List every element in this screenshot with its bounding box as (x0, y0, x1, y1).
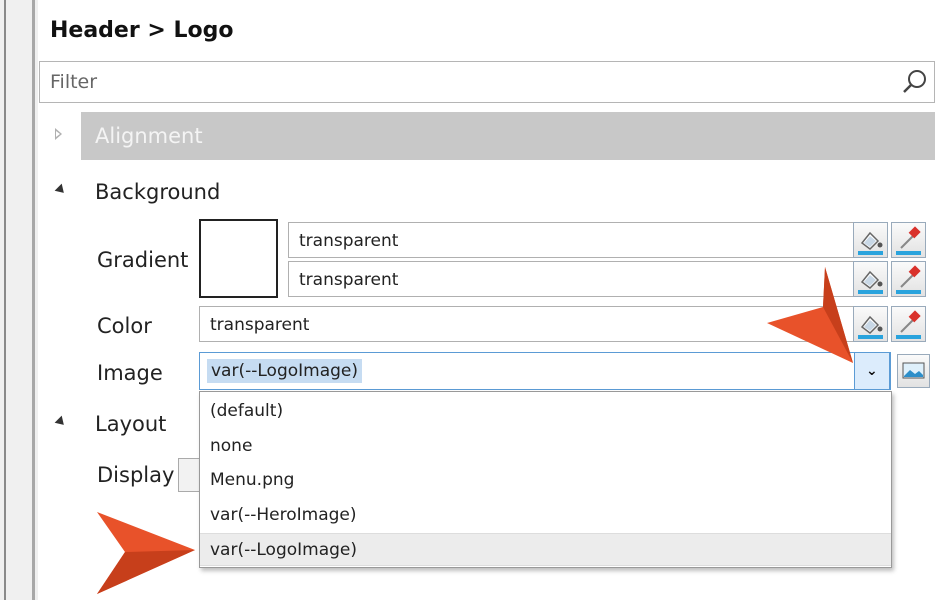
dropdown-option[interactable]: Menu.png (200, 464, 891, 497)
eyedropper-icon[interactable] (891, 261, 926, 297)
section-alignment[interactable]: Alignment (81, 112, 935, 160)
callout-arrow-icon (767, 267, 853, 363)
image-dropdown-list: (default) none Menu.png var(--HeroImage)… (199, 391, 892, 568)
collapse-arrow-icon[interactable] (54, 183, 68, 197)
callout-arrow-icon (97, 512, 195, 594)
gradient-color-1-value: transparent (299, 231, 399, 251)
gradient-color-2-value: transparent (299, 270, 399, 290)
collapse-arrow-icon[interactable] (54, 415, 68, 429)
color-value: transparent (210, 315, 310, 335)
search-icon[interactable] (902, 69, 928, 95)
gradient-swatch[interactable] (199, 219, 278, 298)
section-background-label: Background (95, 180, 221, 204)
eyedropper-icon[interactable] (891, 222, 926, 258)
dropdown-option[interactable]: none (200, 430, 891, 463)
gradient-color-1-select[interactable]: transparent ⌄ (288, 222, 888, 258)
dropdown-option-highlighted[interactable]: var(--LogoImage) (200, 533, 891, 566)
chevron-down-icon: ⌄ (866, 363, 878, 379)
dropdown-option[interactable]: (default) (200, 395, 891, 428)
section-alignment-label: Alignment (95, 124, 203, 148)
image-label: Image (97, 361, 163, 385)
breadcrumb: Header > Logo (50, 18, 234, 43)
display-label: Display (97, 463, 175, 487)
splitter[interactable] (32, 0, 35, 600)
gradient-label: Gradient (97, 248, 189, 272)
filter-field (39, 61, 935, 103)
filter-input[interactable] (40, 62, 890, 102)
color-label: Color (97, 314, 152, 338)
section-layout-label: Layout (95, 412, 167, 436)
image-value: var(--LogoImage) (207, 359, 363, 383)
paint-bucket-icon[interactable] (853, 222, 888, 258)
left-pane-edge (4, 0, 6, 600)
image-icon[interactable] (897, 354, 930, 388)
eyedropper-icon[interactable] (891, 306, 926, 342)
dropdown-option[interactable]: var(--HeroImage) (200, 499, 891, 532)
